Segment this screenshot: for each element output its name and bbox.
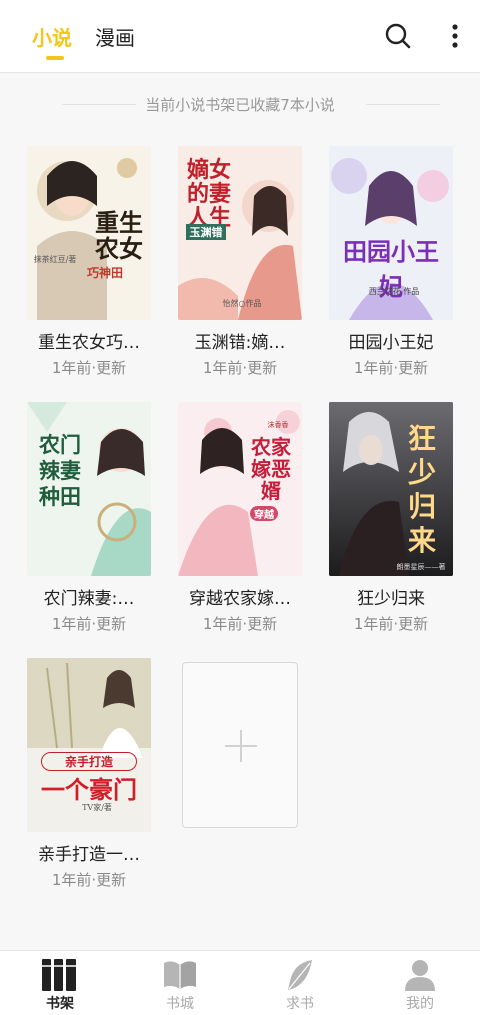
- book-cover[interactable]: 亲手打造 一个豪门 TV家/著: [27, 658, 151, 832]
- book-update-status: 1年前·更新: [353, 359, 429, 377]
- cover-author: 抹茶红豆/著: [33, 255, 77, 264]
- cover-title: 一个豪门: [41, 775, 137, 804]
- book-card[interactable]: 嫡女的妻人生 玉渊错 怡然○作品 玉渊错:嫡… 1年前·更新: [178, 146, 302, 377]
- book-title: 田园小王妃: [348, 333, 434, 353]
- cover-subtitle: 巧神田: [86, 266, 123, 280]
- book-card[interactable]: 农门辣妻 种田 农门辣妻:… 1年前·更新: [27, 402, 151, 633]
- search-icon[interactable]: [384, 22, 412, 50]
- book-card[interactable]: 重生农女 巧神田 抹茶红豆/著 重生农女巧… 1年前·更新: [27, 146, 151, 377]
- book-update-status: 1年前·更新: [353, 615, 429, 633]
- book-update-status: 1年前·更新: [51, 359, 127, 377]
- nav-label: 我的: [406, 996, 434, 1012]
- nav-label: 书城: [166, 996, 194, 1012]
- book-title: 穿越农家嫁…: [189, 589, 291, 609]
- cover-subtitle: 亲手打造: [41, 752, 137, 771]
- book-title: 重生农女巧…: [38, 333, 140, 353]
- feather-icon: [288, 960, 312, 990]
- book-card[interactable]: 农家嫁恶婿 穿越 沫香香 穿越农家嫁… 1年前·更新: [178, 402, 302, 633]
- book-title: 狂少归来: [357, 589, 425, 609]
- cover-author: 怡然○作品: [222, 299, 262, 308]
- shelf-summary: 当前小说书架已收藏7本小说: [145, 96, 335, 114]
- nav-profile[interactable]: 我的: [360, 951, 480, 1015]
- book-title: 农门辣妻:…: [43, 589, 135, 609]
- book-card[interactable]: 亲手打造 一个豪门 TV家/著 亲手打造一… 1年前·更新: [27, 658, 151, 889]
- nav-bookshelf[interactable]: 书架: [0, 951, 120, 1015]
- cover-subtitle: 玉渊错: [186, 224, 226, 240]
- tab-novel[interactable]: 小说: [32, 22, 72, 51]
- top-bar: 小说 漫画: [0, 0, 480, 73]
- cover-title: 嫡女的妻人生: [186, 157, 231, 231]
- book-title: 亲手打造一…: [38, 845, 140, 865]
- book-cover[interactable]: 农门辣妻 种田: [27, 402, 151, 576]
- cover-title: 重生农女: [95, 208, 143, 263]
- book-cover[interactable]: 田园小王妃 西兰花花 作品: [329, 146, 453, 320]
- open-book-icon: [164, 961, 196, 989]
- user-icon: [405, 960, 435, 991]
- nav-label: 求书: [286, 996, 314, 1012]
- cover-title: 农门辣妻 种田: [39, 432, 81, 509]
- bookshelf-icon: [42, 959, 76, 991]
- bottom-navigation: 书架 书城 求书 我的: [0, 950, 480, 1015]
- add-book-button[interactable]: [182, 662, 298, 828]
- book-cover[interactable]: 嫡女的妻人生 玉渊错 怡然○作品: [178, 146, 302, 320]
- book-update-status: 1年前·更新: [202, 615, 278, 633]
- cover-title: 农家嫁恶婿: [251, 435, 291, 503]
- book-update-status: 1年前·更新: [202, 359, 278, 377]
- book-update-status: 1年前·更新: [51, 615, 127, 633]
- book-card[interactable]: 狂少归来 朗墨星辰——著 狂少归来 1年前·更新: [329, 402, 453, 633]
- nav-bookstore[interactable]: 书城: [120, 951, 240, 1015]
- book-update-status: 1年前·更新: [51, 871, 127, 889]
- tab-comic[interactable]: 漫画: [95, 22, 135, 51]
- cover-author: 朗墨星辰——著: [396, 563, 446, 571]
- cover-author: 沫香香: [267, 421, 289, 429]
- book-title: 玉渊错:嫡…: [194, 333, 286, 353]
- plus-icon: [225, 730, 257, 762]
- book-cover[interactable]: 重生农女 巧神田 抹茶红豆/著: [27, 146, 151, 320]
- nav-label: 书架: [46, 996, 74, 1012]
- more-vertical-icon[interactable]: [446, 22, 464, 50]
- cover-author: 西兰花花 作品: [368, 287, 420, 296]
- book-cover[interactable]: 农家嫁恶婿 穿越 沫香香: [178, 402, 302, 576]
- cover-title: 狂少归来: [407, 422, 436, 557]
- book-cover[interactable]: 狂少归来 朗墨星辰——著: [329, 402, 453, 576]
- nav-request-book[interactable]: 求书: [240, 951, 360, 1015]
- cover-subtitle: 穿越: [250, 506, 278, 521]
- book-card[interactable]: 田园小王妃 西兰花花 作品 田园小王妃 1年前·更新: [329, 146, 453, 377]
- cover-author: TV家/著: [82, 803, 112, 812]
- active-tab-indicator: [46, 56, 64, 60]
